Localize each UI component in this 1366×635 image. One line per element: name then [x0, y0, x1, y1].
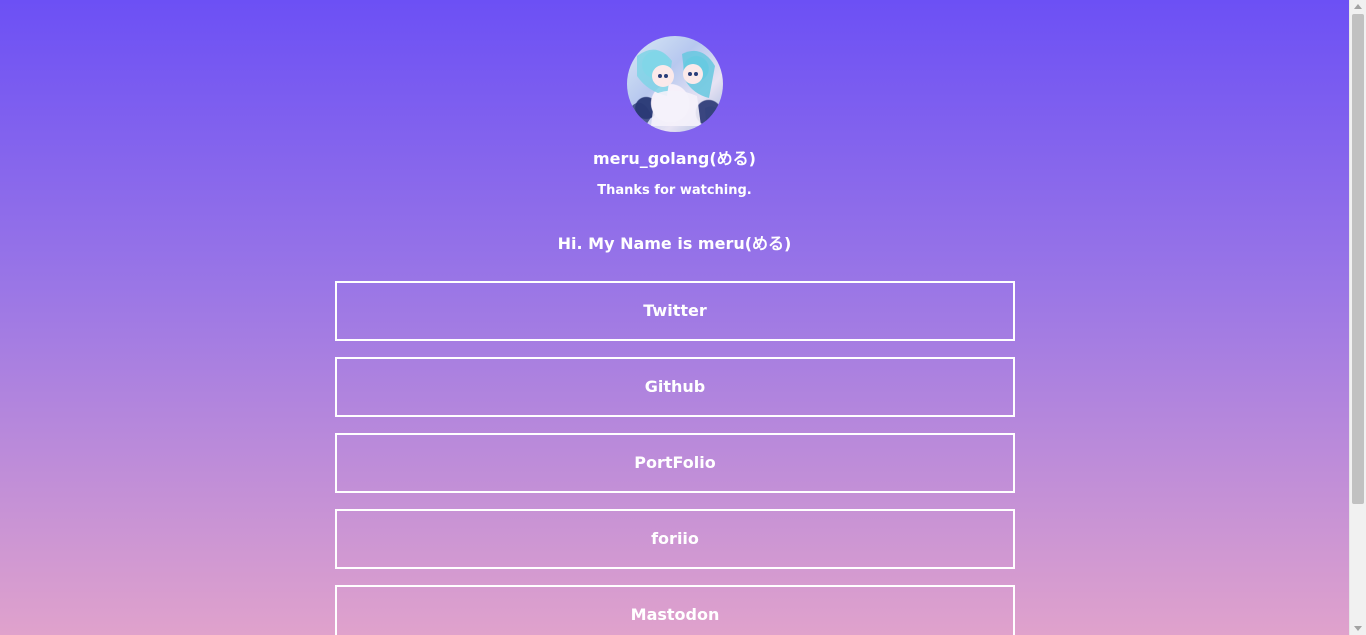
mastodon-link-button[interactable]: Mastodon: [335, 585, 1015, 635]
twitter-link-button[interactable]: Twitter: [335, 281, 1015, 341]
vertical-scrollbar[interactable]: [1349, 0, 1366, 635]
avatar: [627, 36, 723, 132]
scroll-thumb[interactable]: [1352, 14, 1364, 504]
foriio-link-button[interactable]: foriio: [335, 509, 1015, 569]
avatar-illustration: [627, 49, 723, 132]
link-list: Twitter Github PortFolio foriio Mastodon: [335, 281, 1015, 635]
github-link-button[interactable]: Github: [335, 357, 1015, 417]
portfolio-link-button[interactable]: PortFolio: [335, 433, 1015, 493]
scroll-down-arrow-icon[interactable]: [1354, 626, 1362, 631]
username: meru_golang(める): [592, 149, 756, 168]
intro-text: Hi. My Name is meru(める): [557, 234, 792, 253]
tagline: Thanks for watching.: [597, 183, 752, 198]
page-background: meru_golang(める) Thanks for watching. Hi.…: [0, 0, 1349, 635]
scroll-up-arrow-icon[interactable]: [1354, 4, 1362, 9]
